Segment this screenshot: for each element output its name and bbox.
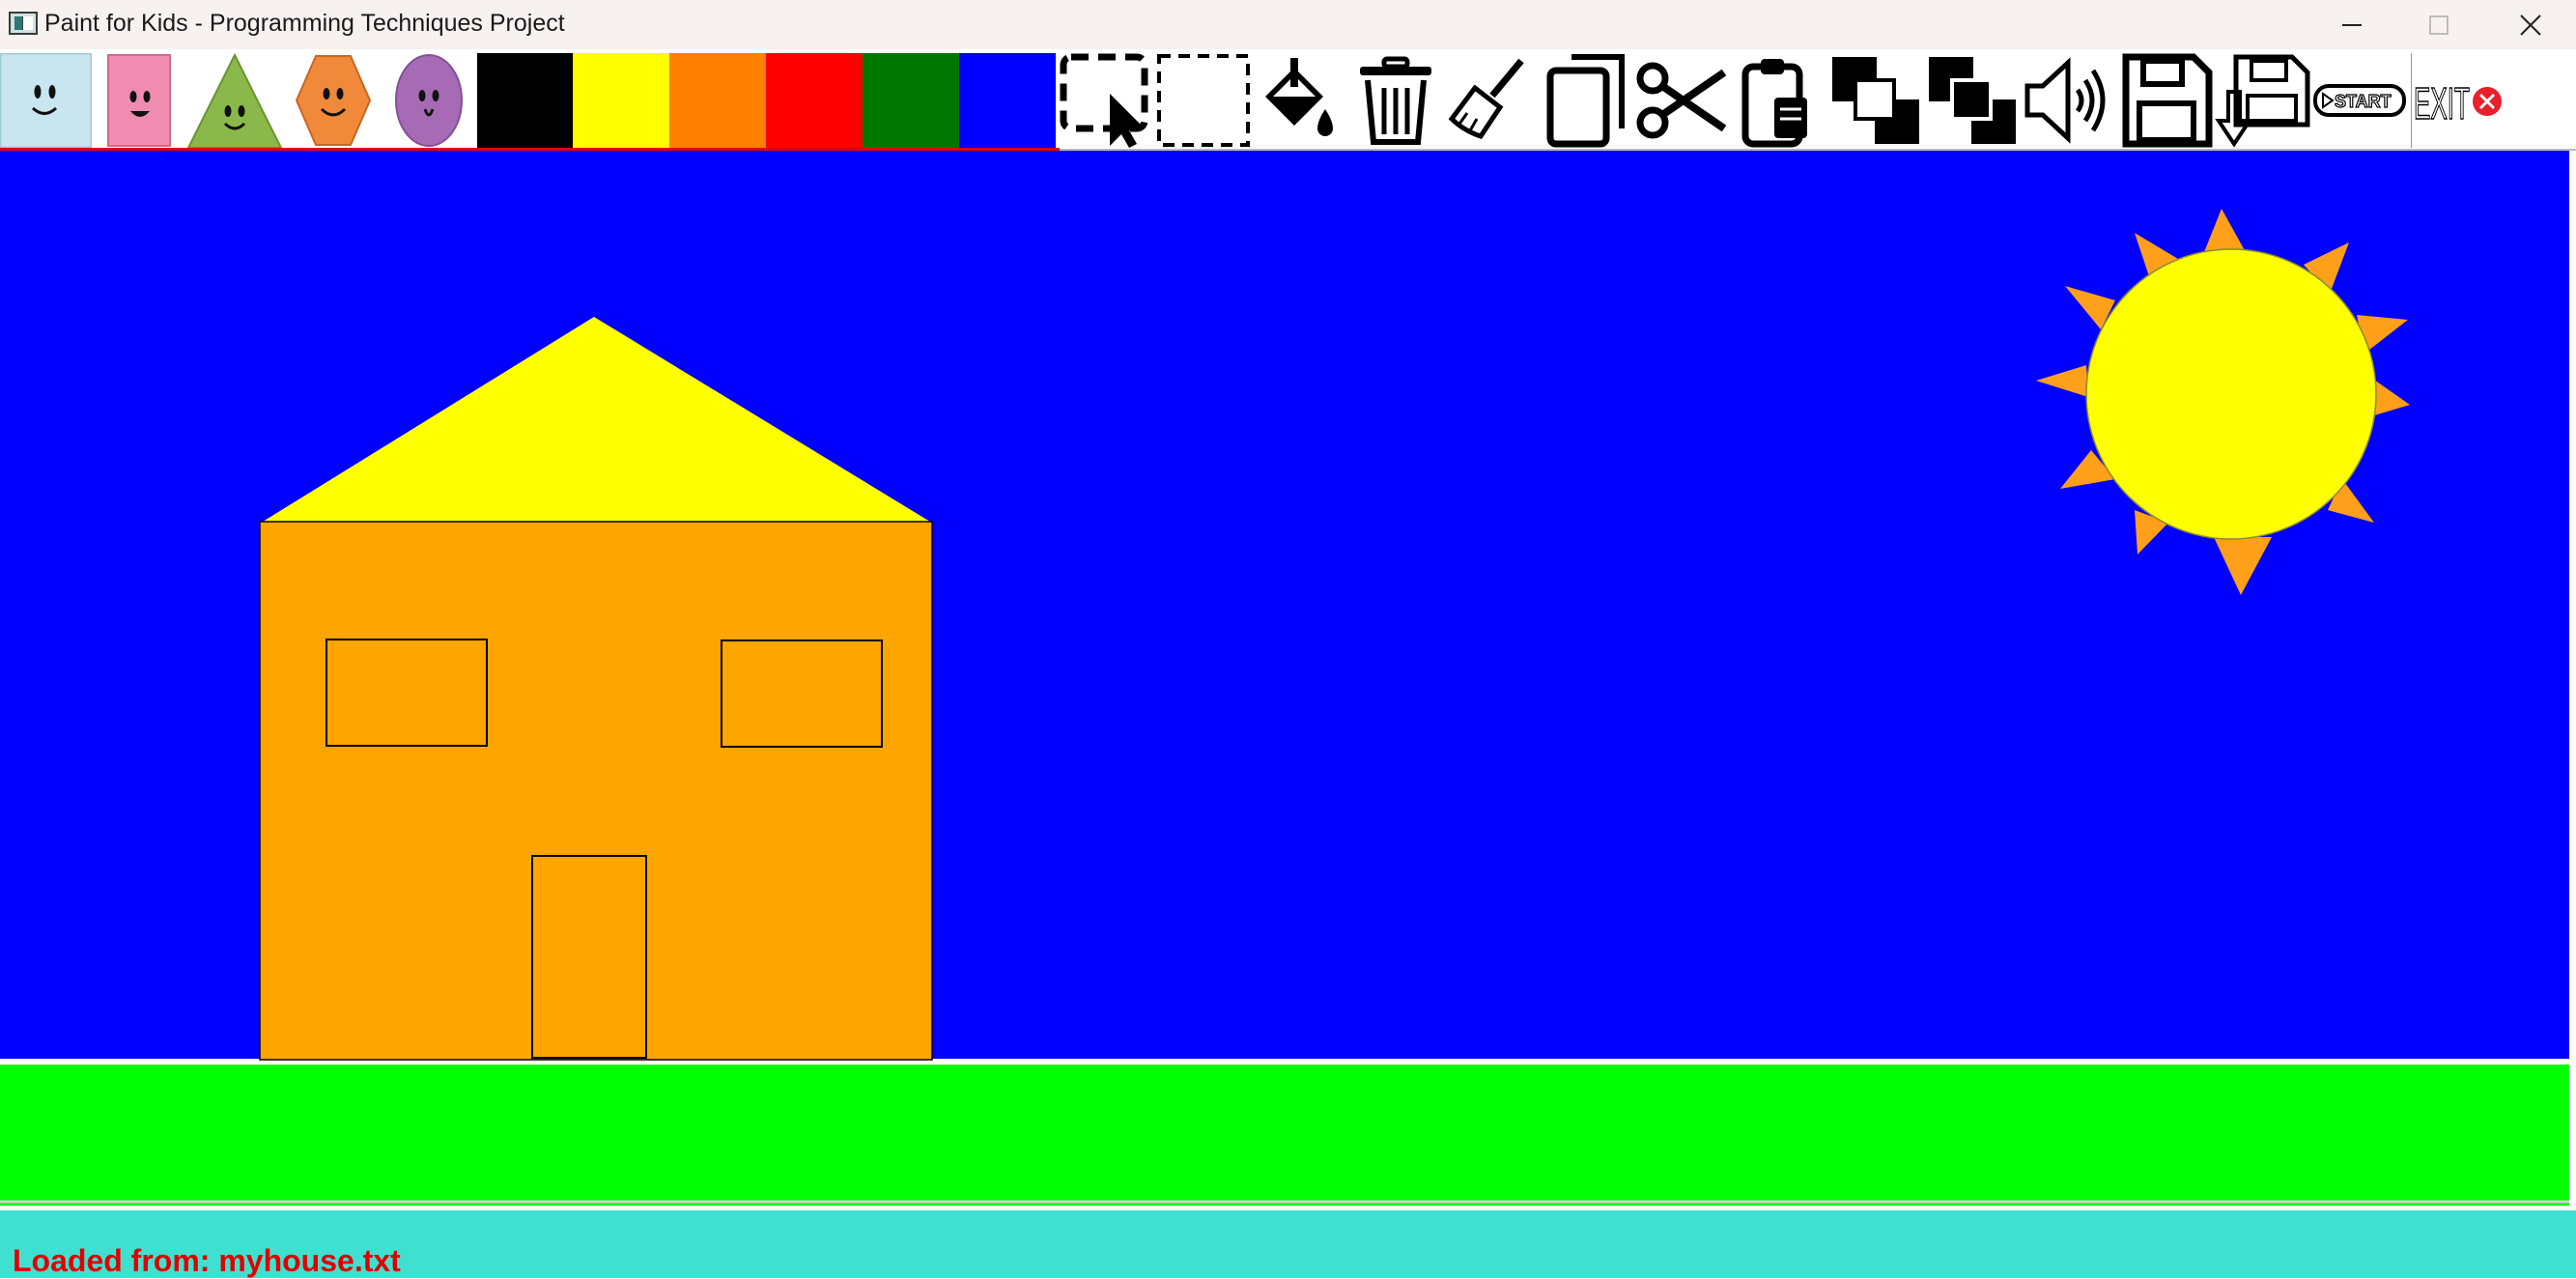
color-blue-swatch[interactable] [959,53,1056,148]
fill-button[interactable] [1256,53,1343,148]
rectangle-shape-button[interactable] [106,53,172,148]
color-yellow-swatch[interactable] [573,53,669,148]
status-message: Loaded from: myhouse.txt [13,1243,401,1278]
bring-to-front-button[interactable] [1925,53,2022,148]
delete-icon [1360,56,1431,145]
square-shape-button[interactable] [0,53,92,148]
color-green-swatch[interactable] [863,53,959,148]
copy-button[interactable] [1543,53,1629,148]
select-button[interactable] [1060,53,1156,148]
save-button[interactable] [2118,53,2215,148]
start-label: START [2335,92,2392,111]
color-orange-swatch[interactable] [669,53,766,148]
maximize-button[interactable] [2395,0,2482,49]
cut-scissors-icon [1636,62,1727,139]
select-icon [1060,53,1148,148]
maximize-icon [2429,14,2449,35]
exit-button[interactable]: EXIT [2411,53,2507,148]
window-title: Paint for Kids - Programming Techniques … [44,10,565,37]
drawing-canvas[interactable] [0,151,2569,1206]
hexagon-face-shape-icon [295,55,372,146]
cut-button[interactable] [1635,53,1727,148]
house-door[interactable] [531,855,647,1059]
sound-button[interactable] [2022,53,2118,148]
paste-clipboard-icon [1741,59,1807,148]
house-window-left[interactable] [326,639,488,747]
app-icon [9,12,38,35]
clear-broom-icon [1448,58,1524,139]
bring-to-front-icon [1929,57,2016,144]
start-button[interactable]: START [2311,53,2408,148]
send-to-back-icon [1832,57,1919,144]
delete-button[interactable] [1352,53,1439,148]
color-red-swatch[interactable] [766,53,863,148]
rectangle-face-shape-icon [107,54,171,147]
circle-face-shape-icon [395,54,463,147]
paste-button[interactable] [1736,53,1821,148]
fill-bucket-icon [1265,58,1333,136]
multi-select-icon [1157,54,1250,147]
sound-icon [2024,57,2106,144]
copy-icon [1546,54,1625,148]
exit-label: EXIT [2414,78,2470,128]
house-window-right[interactable] [721,640,883,748]
color-black-swatch[interactable] [477,53,573,148]
triangle-shape-button[interactable] [186,53,283,148]
title-bar: Paint for Kids - Programming Techniques … [0,0,2576,49]
start-play-icon: START [2313,84,2406,117]
hexagon-shape-button[interactable] [295,53,372,148]
close-button[interactable] [2487,0,2574,49]
square-face-shape-icon [0,53,92,148]
load-button[interactable] [2215,53,2311,148]
clear-button[interactable] [1446,53,1533,148]
sun-circle[interactable] [2085,248,2377,540]
triangle-face-shape-icon [186,53,283,148]
save-icon [2122,53,2213,148]
load-icon [2215,54,2310,148]
ground-rectangle[interactable] [0,1065,2569,1206]
exit-icon: EXIT [2413,77,2502,129]
minimize-icon [2342,23,2362,26]
multi-select-button[interactable] [1156,53,1251,148]
circle-shape-button[interactable] [393,53,465,148]
send-to-back-button[interactable] [1828,53,1925,148]
close-icon [2520,14,2541,36]
minimize-button[interactable] [2308,0,2395,49]
